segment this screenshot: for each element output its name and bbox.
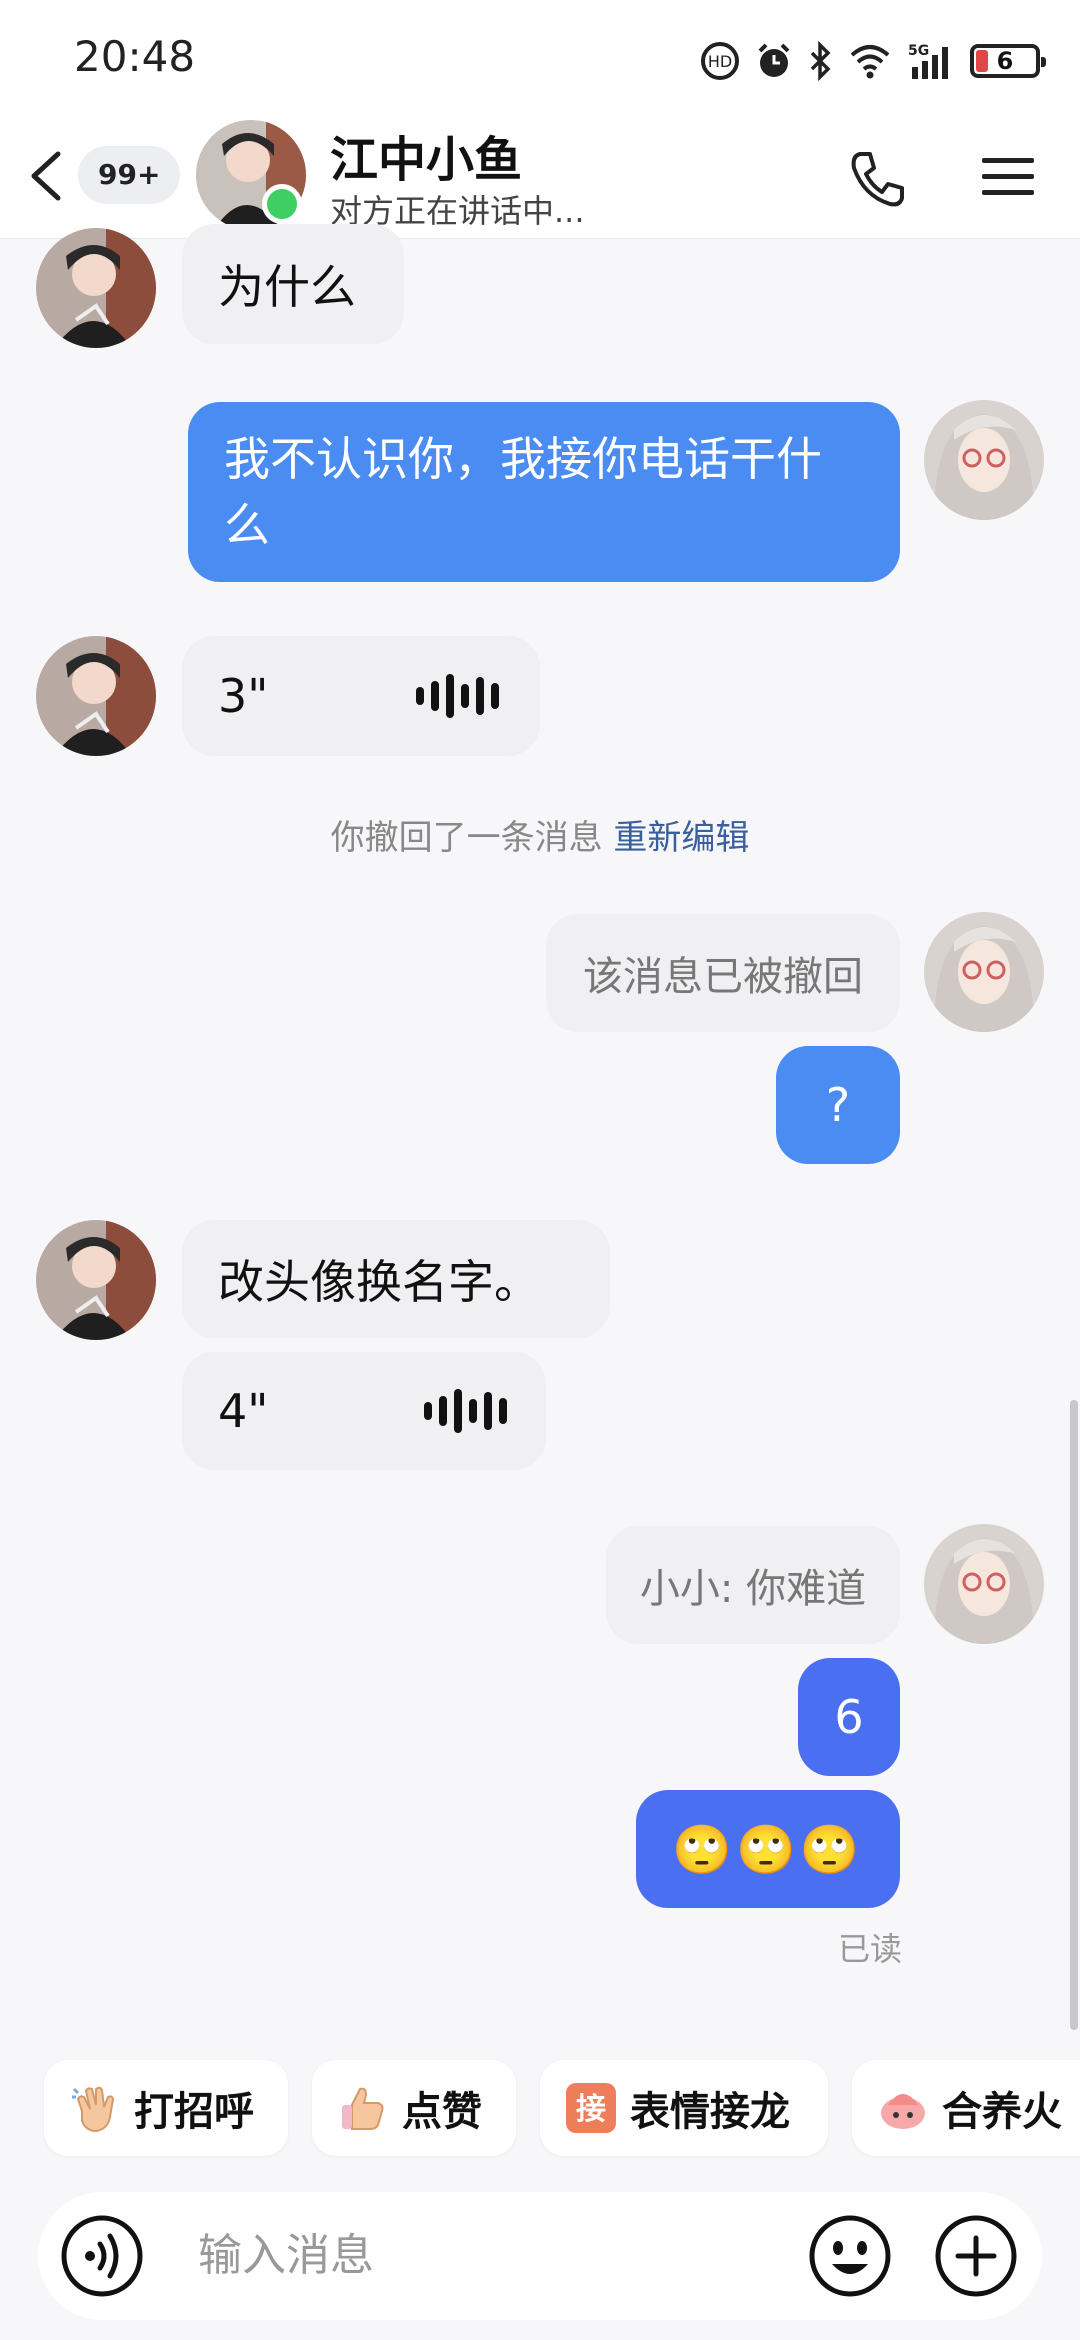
unread-badge[interactable]: 99+ xyxy=(78,146,181,204)
battery-icon: 6 xyxy=(970,44,1046,78)
incoming-message-bubble[interactable]: 为什么 xyxy=(182,224,404,344)
thumbs-up-icon xyxy=(336,2081,390,2135)
status-icons: HD 5G 6 xyxy=(700,36,1046,86)
scrollbar[interactable] xyxy=(1070,1400,1078,2030)
quick-reply-like[interactable]: 点赞 xyxy=(312,2060,516,2156)
hd-call-icon: HD xyxy=(700,41,740,81)
wifi-icon xyxy=(848,41,892,81)
phone-call-button[interactable] xyxy=(842,144,912,214)
contact-message-avatar[interactable] xyxy=(36,228,156,348)
audio-wave-icon xyxy=(424,1389,507,1433)
svg-text:5G: 5G xyxy=(908,43,929,59)
chat-header: 99+ 江中小鱼 对方正在讲话中... xyxy=(0,118,1080,239)
bluetooth-icon xyxy=(808,41,834,81)
outgoing-message-bubble[interactable]: 我不认识你，我接你电话干什么 xyxy=(188,402,900,582)
audio-wave-icon xyxy=(416,674,499,718)
quick-reply-label: 表情接龙 xyxy=(630,2089,790,2135)
emoji-message-bubble[interactable]: 🙄🙄🙄 xyxy=(636,1790,900,1908)
contact-message-avatar[interactable] xyxy=(36,1220,156,1340)
plus-icon[interactable] xyxy=(934,2214,1018,2298)
quick-reply-spark[interactable]: 合养火 xyxy=(852,2060,1080,2156)
spark-icon xyxy=(876,2081,930,2135)
message-input-bar: 输入消息 xyxy=(38,2192,1042,2320)
voice-duration: 3" xyxy=(218,669,269,723)
system-text: 你撤回了一条消息 xyxy=(330,818,603,858)
quick-reply-greet[interactable]: 打招呼 xyxy=(44,2060,288,2156)
back-button[interactable] xyxy=(22,146,70,206)
quoted-message-bubble[interactable]: 小小: 你难道 xyxy=(606,1526,900,1644)
message-input[interactable]: 输入消息 xyxy=(198,2192,374,2320)
voice-input-icon[interactable] xyxy=(60,2214,144,2298)
outgoing-message-bubble[interactable]: 6 xyxy=(798,1658,900,1776)
menu-icon[interactable] xyxy=(978,146,1038,206)
re-edit-link[interactable]: 重新编辑 xyxy=(613,818,749,858)
battery-level: 6 xyxy=(996,47,1014,75)
my-message-avatar[interactable] xyxy=(924,1524,1044,1644)
online-status-dot xyxy=(262,184,302,224)
voice-message-bubble[interactable]: 3" xyxy=(182,636,540,756)
emoji-icon[interactable] xyxy=(808,2214,892,2298)
voice-message-bubble[interactable]: 4" xyxy=(182,1352,546,1470)
recall-system-message: 你撤回了一条消息 重新编辑 xyxy=(0,810,1080,859)
contact-message-avatar[interactable] xyxy=(36,636,156,756)
voice-duration: 4" xyxy=(218,1384,269,1438)
quick-reply-bar: 打招呼 点赞 接 表情接龙 合养火 xyxy=(0,2050,1080,2160)
quick-reply-emoji-chain[interactable]: 接 表情接龙 xyxy=(540,2060,828,2156)
incoming-message-bubble[interactable]: 改头像换名字。 xyxy=(182,1220,610,1338)
signal-icon: 5G xyxy=(906,41,956,81)
status-bar: 20:48 HD 5G 6 xyxy=(0,0,1080,118)
alarm-icon xyxy=(754,41,794,81)
quick-reply-label: 合养火 xyxy=(942,2089,1062,2135)
message-text: 我不认识你，我接你电话干什么 xyxy=(224,432,822,552)
jie-badge-icon: 接 xyxy=(564,2081,618,2135)
read-status: 已读 xyxy=(837,1930,902,1968)
my-message-avatar[interactable] xyxy=(924,912,1044,1032)
quick-reply-label: 打招呼 xyxy=(134,2089,254,2135)
quick-reply-label: 点赞 xyxy=(402,2089,482,2135)
status-time: 20:48 xyxy=(74,32,196,81)
wave-hand-icon xyxy=(68,2081,122,2135)
contact-name[interactable]: 江中小鱼 xyxy=(330,120,522,190)
svg-text:接: 接 xyxy=(576,2092,606,2127)
recalled-message-bubble: 该消息已被撤回 xyxy=(546,914,900,1032)
my-message-avatar[interactable] xyxy=(924,400,1044,520)
outgoing-message-bubble[interactable]: ? xyxy=(776,1046,900,1164)
svg-text:HD: HD xyxy=(708,52,732,71)
